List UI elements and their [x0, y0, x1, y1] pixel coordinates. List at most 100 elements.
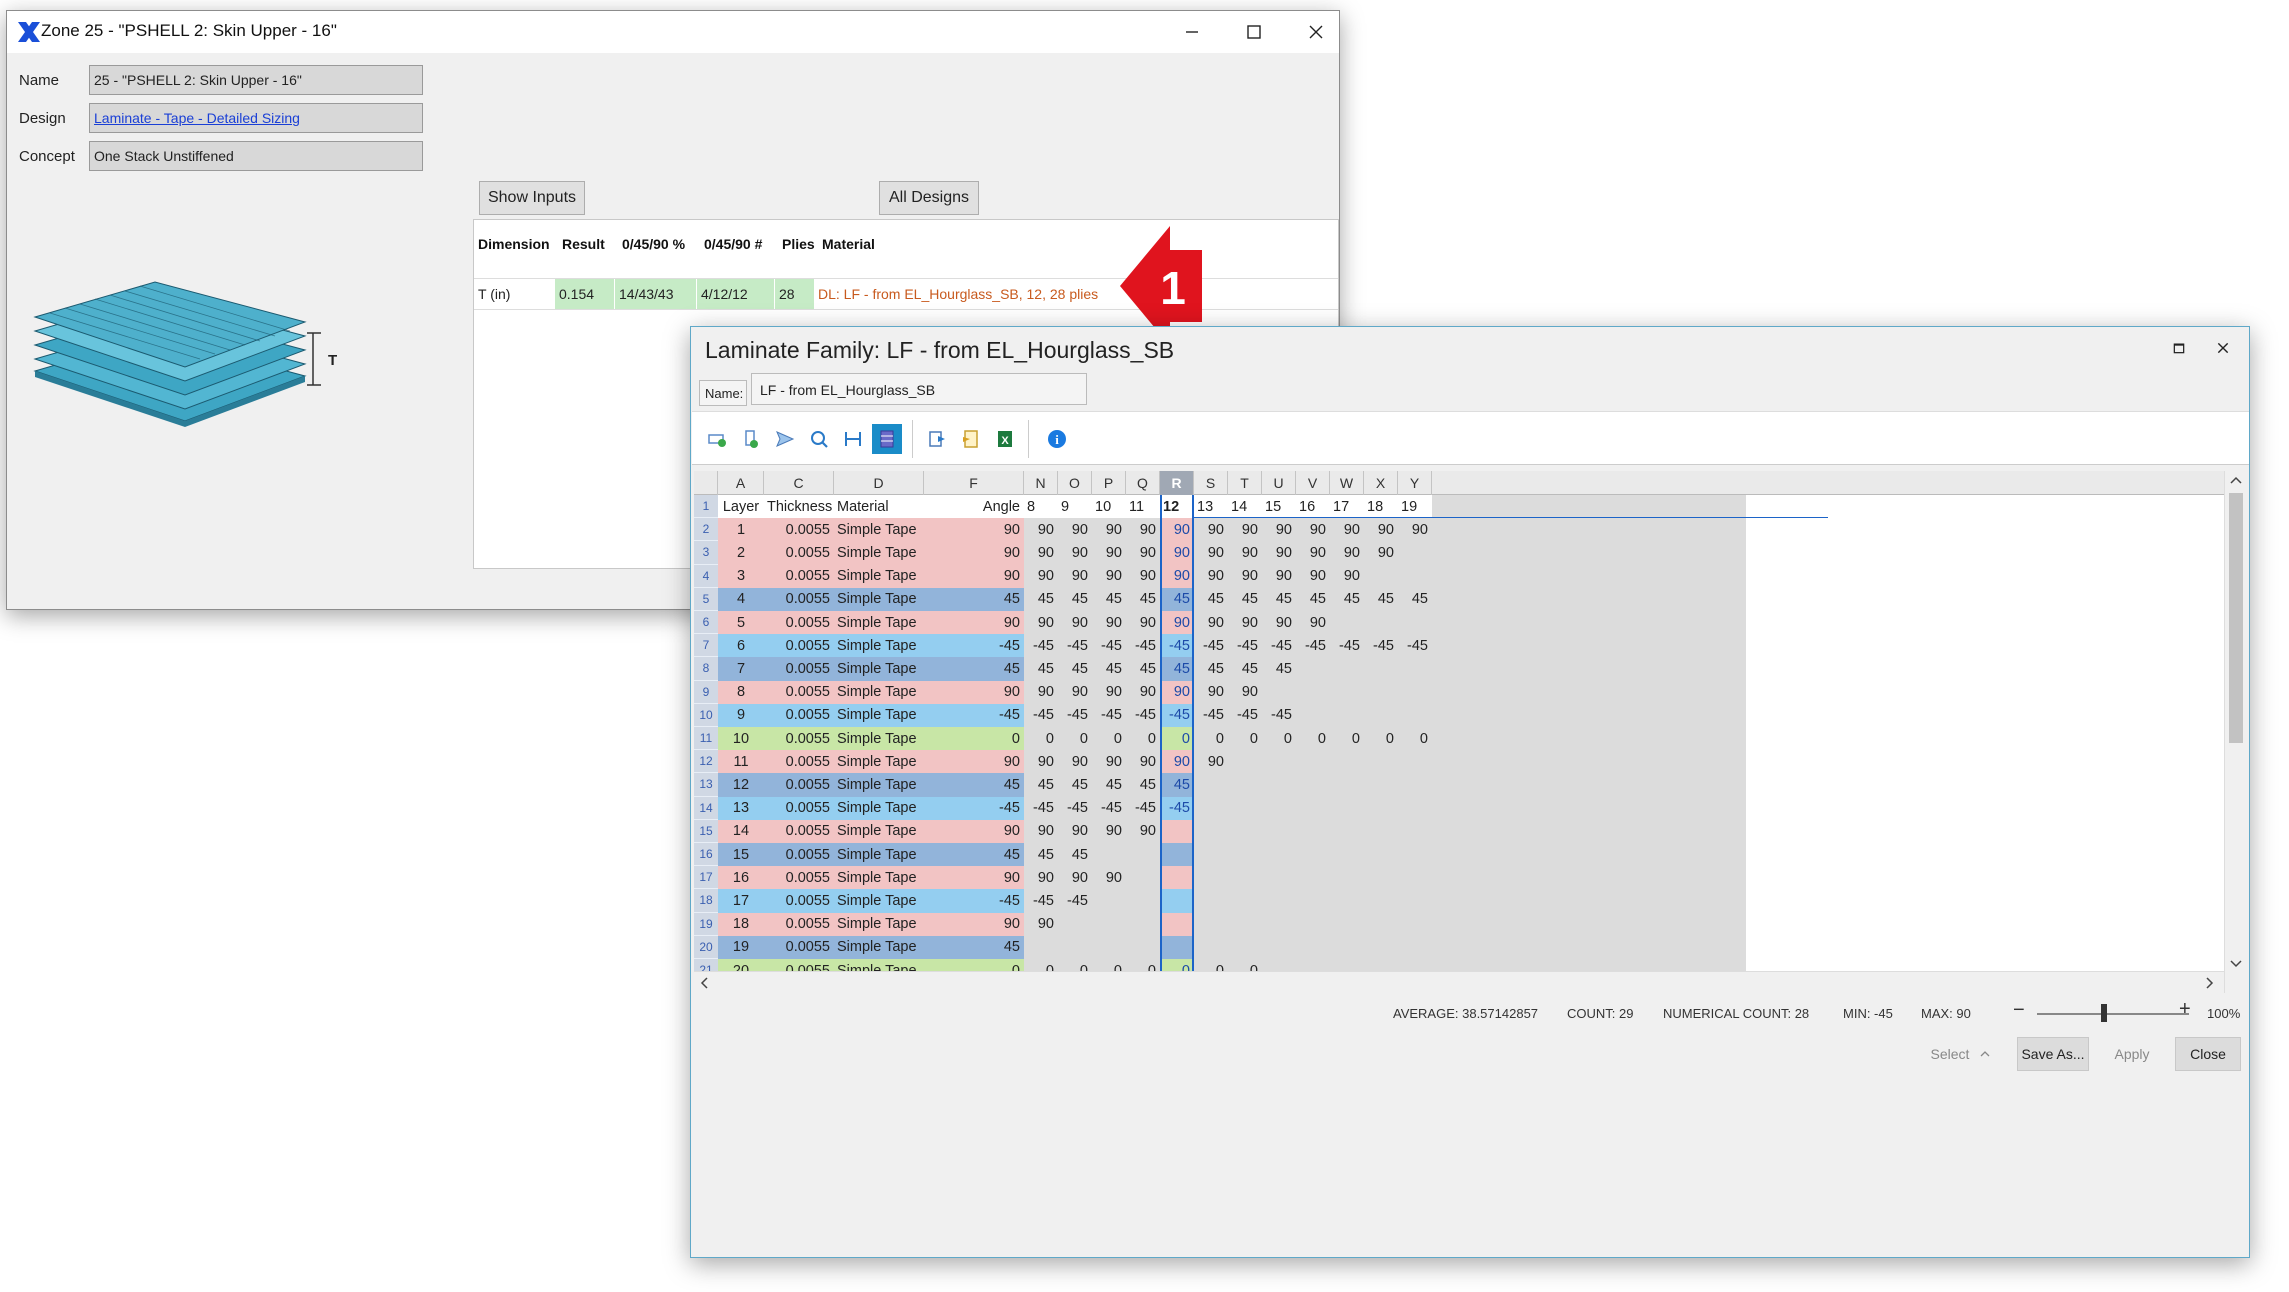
cell-angle[interactable]: 90 — [924, 680, 1024, 704]
cell-family-value[interactable]: 90 — [1058, 541, 1092, 564]
header-family-17[interactable]: 17 — [1330, 495, 1364, 519]
header-family-8[interactable]: 8 — [1024, 495, 1058, 519]
scroll-down-icon[interactable] — [2225, 955, 2246, 973]
cell-family-value[interactable]: 45 — [1126, 588, 1160, 611]
cell-family-value[interactable] — [1296, 657, 1330, 680]
cell-family-value[interactable] — [1228, 750, 1262, 773]
cell-layer[interactable]: 19 — [718, 935, 764, 959]
cell-family-value[interactable]: 90 — [1194, 565, 1228, 588]
cell-family-value[interactable]: 90 — [1024, 518, 1058, 541]
cell-layer[interactable]: 4 — [718, 587, 764, 611]
cell-family-value[interactable] — [1262, 681, 1296, 704]
cell-thickness[interactable]: 0.0055 — [764, 750, 834, 774]
cell-family-value[interactable]: -45 — [1092, 704, 1126, 727]
cell-layer[interactable]: 11 — [718, 750, 764, 774]
zoom-slider-thumb[interactable] — [2101, 1004, 2107, 1022]
cell-family-value[interactable]: -45 — [1126, 634, 1160, 657]
select-dropdown[interactable]: Select — [1923, 1037, 1999, 1071]
cell-family-value[interactable]: -45 — [1126, 797, 1160, 820]
cell-family-value[interactable] — [1398, 820, 1432, 843]
add-column-button[interactable] — [736, 424, 766, 454]
concept-field[interactable]: One Stack Unstiffened — [89, 141, 423, 171]
column-header-f[interactable]: F — [924, 471, 1024, 495]
cell-angle[interactable]: 90 — [924, 819, 1024, 843]
cell-thickness[interactable]: 0.0055 — [764, 611, 834, 635]
cell-family-value[interactable]: 90 — [1092, 611, 1126, 634]
cell-family-value[interactable]: 45 — [1058, 773, 1092, 796]
cell-family-value[interactable]: 90 — [1092, 541, 1126, 564]
cell-family-value[interactable]: 0 — [1398, 727, 1432, 750]
cell-family-value[interactable] — [1330, 704, 1364, 727]
cell-layer[interactable]: 12 — [718, 773, 764, 797]
close-window-button[interactable] — [1285, 11, 1347, 53]
cell-family-value[interactable]: 45 — [1296, 588, 1330, 611]
cell-family-value[interactable] — [1330, 657, 1364, 680]
cell-family-value[interactable] — [1194, 843, 1228, 866]
cell-family-value[interactable] — [1364, 681, 1398, 704]
scroll-left-icon[interactable] — [696, 974, 714, 992]
save-as-button[interactable]: Save As... — [2017, 1037, 2089, 1071]
cell-family-value[interactable]: 90 — [1058, 750, 1092, 773]
cell-family-value[interactable]: 45 — [1330, 588, 1364, 611]
cell-family-value[interactable]: 90 — [1228, 565, 1262, 588]
cell-family-value[interactable] — [1092, 936, 1126, 959]
cell-family-value[interactable]: 45 — [1058, 843, 1092, 866]
column-header-t[interactable]: T — [1228, 471, 1262, 495]
cell-family-value[interactable]: -45 — [1228, 634, 1262, 657]
cell-material[interactable]: Simple Tape — [834, 564, 924, 588]
cell-layer[interactable]: 5 — [718, 611, 764, 635]
cell-material[interactable]: Simple Tape — [834, 912, 924, 936]
cell-family-value[interactable]: 45 — [1364, 588, 1398, 611]
cell-thickness[interactable]: 0.0055 — [764, 935, 834, 959]
cell-family-value[interactable]: 90 — [1092, 565, 1126, 588]
cell-family-value[interactable] — [1058, 913, 1092, 936]
cell-family-value[interactable]: 45 — [1024, 773, 1058, 796]
cell-family-value[interactable]: 90 — [1024, 913, 1058, 936]
cell-family-value[interactable] — [1262, 936, 1296, 959]
cell-family-value[interactable]: 90 — [1092, 518, 1126, 541]
cell-family-value[interactable]: -45 — [1092, 797, 1126, 820]
cell-material[interactable]: Simple Tape — [834, 657, 924, 681]
cell-family-value[interactable]: 90 — [1024, 750, 1058, 773]
add-row-button[interactable] — [702, 424, 732, 454]
cell-family-value[interactable]: -45 — [1024, 889, 1058, 912]
cell-family-value[interactable] — [1194, 889, 1228, 912]
cell-family-value[interactable]: 90 — [1296, 518, 1330, 541]
cell-family-value[interactable] — [1092, 889, 1126, 912]
width-button[interactable] — [838, 424, 868, 454]
cell-family-value[interactable]: 45 — [1092, 657, 1126, 680]
cell-layer[interactable]: 3 — [718, 564, 764, 588]
row-header[interactable]: 9 — [694, 680, 718, 704]
cell-material[interactable]: Simple Tape — [834, 935, 924, 959]
cell-material[interactable]: Simple Tape — [834, 703, 924, 727]
cell-family-value[interactable] — [1296, 843, 1330, 866]
cell-family-value[interactable] — [1262, 889, 1296, 912]
cell-family-value[interactable] — [1364, 866, 1398, 889]
cell-material[interactable]: Simple Tape — [834, 796, 924, 820]
cell-family-value[interactable] — [1330, 936, 1364, 959]
all-designs-button[interactable]: All Designs — [879, 181, 979, 215]
cell-family-value[interactable] — [1262, 773, 1296, 796]
cell-angle[interactable]: 45 — [924, 587, 1024, 611]
cell-family-value[interactable]: -45 — [1092, 634, 1126, 657]
cell-family-value[interactable]: 0 — [1024, 727, 1058, 750]
cell-family-value[interactable]: 90 — [1330, 541, 1364, 564]
cell-angle[interactable]: 45 — [924, 773, 1024, 797]
cell-family-value[interactable] — [1364, 657, 1398, 680]
cell-family-value[interactable] — [1228, 773, 1262, 796]
results-row[interactable]: T (in) 0.154 14/43/43 4/12/12 28 DL: LF … — [474, 278, 1338, 310]
cell-family-value[interactable]: 90 — [1262, 565, 1296, 588]
cell-family-value[interactable]: 90 — [1126, 541, 1160, 564]
cell-family-value[interactable]: -45 — [1194, 704, 1228, 727]
cell-family-value[interactable]: 90 — [1194, 541, 1228, 564]
cell-family-value[interactable]: 0 — [1330, 727, 1364, 750]
cell-layer[interactable]: 17 — [718, 889, 764, 913]
cell-layer[interactable]: 14 — [718, 819, 764, 843]
cell-family-value[interactable] — [1194, 820, 1228, 843]
cell-family-value[interactable] — [1262, 843, 1296, 866]
row-header[interactable]: 15 — [694, 819, 718, 843]
cell-family-value[interactable] — [1262, 866, 1296, 889]
cell-family-value[interactable]: 45 — [1024, 588, 1058, 611]
cell-family-value[interactable] — [1330, 820, 1364, 843]
cell-family-value[interactable] — [1228, 843, 1262, 866]
